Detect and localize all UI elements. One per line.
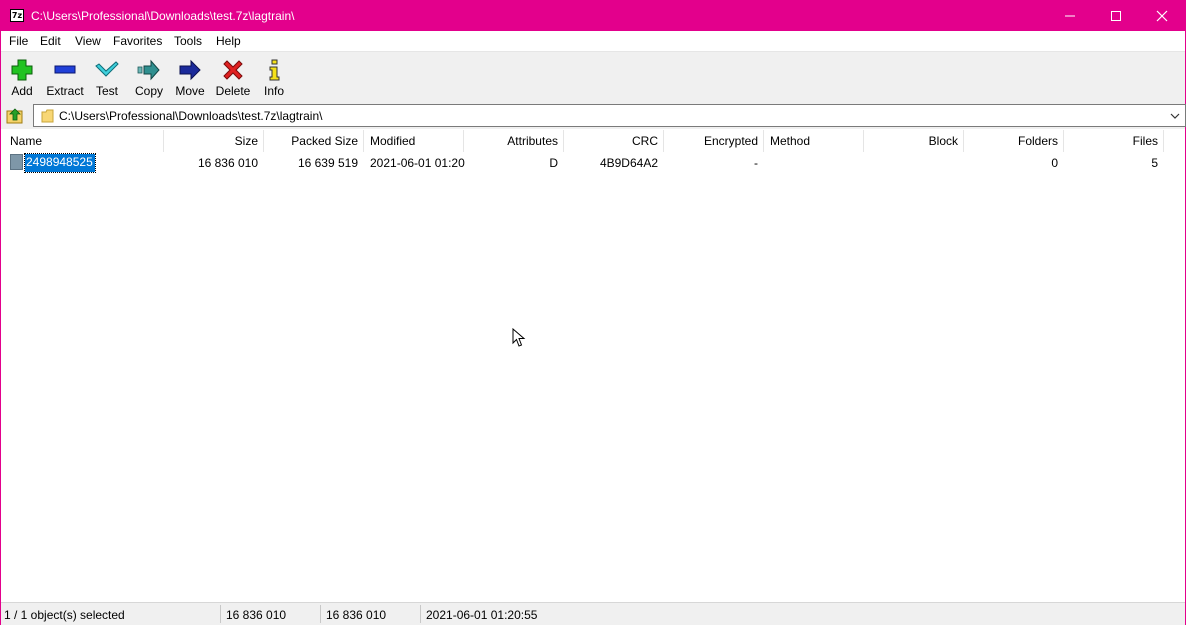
minimize-icon bbox=[1065, 15, 1075, 17]
column-crc[interactable]: CRC bbox=[564, 134, 658, 148]
toolbar: Add Extract Test Copy Move Delete Info bbox=[1, 52, 1185, 102]
column-encrypted[interactable]: Encrypted bbox=[664, 134, 758, 148]
status-packed-size: 16 836 010 bbox=[326, 608, 387, 622]
column-method[interactable]: Method bbox=[770, 134, 810, 148]
column-block[interactable]: Block bbox=[864, 134, 958, 148]
folder-icon bbox=[41, 109, 54, 123]
info-label: Info bbox=[263, 84, 284, 98]
menu-tools[interactable]: Tools bbox=[174, 34, 202, 48]
menu-file[interactable]: File bbox=[9, 34, 28, 48]
status-size: 16 836 010 bbox=[226, 608, 287, 622]
column-folders[interactable]: Folders bbox=[964, 134, 1058, 148]
column-size[interactable]: Size bbox=[164, 134, 258, 148]
info-icon bbox=[269, 59, 280, 81]
up-folder-button[interactable] bbox=[6, 107, 24, 125]
row-name[interactable]: 2498948525 bbox=[24, 153, 96, 173]
minimize-button[interactable] bbox=[1047, 1, 1093, 31]
info-button[interactable]: Info bbox=[253, 54, 295, 100]
address-combobox[interactable]: C:\Users\Professional\Downloads\test.7z\… bbox=[33, 104, 1186, 127]
address-row: C:\Users\Professional\Downloads\test.7z\… bbox=[1, 102, 1186, 129]
column-packed-size[interactable]: Packed Size bbox=[264, 134, 358, 148]
add-button[interactable]: Add bbox=[1, 54, 43, 100]
7zip-app-icon[interactable]: 7z bbox=[10, 9, 24, 22]
row-encrypted: - bbox=[754, 156, 758, 170]
status-bar: 1 / 1 object(s) selected 16 836 010 16 8… bbox=[1, 602, 1185, 625]
list-header: Name Size Packed Size Modified Attribute… bbox=[2, 130, 1184, 153]
checkmark-icon bbox=[95, 61, 119, 77]
window-title: C:\Users\Professional\Downloads\test.7z\… bbox=[31, 9, 295, 23]
delete-x-icon bbox=[223, 60, 243, 80]
menu-favorites[interactable]: Favorites bbox=[113, 34, 162, 48]
chevron-down-icon[interactable] bbox=[1169, 110, 1181, 122]
app-window: 7z C:\Users\Professional\Downloads\test.… bbox=[0, 0, 1186, 625]
row-packed-size: 16 639 519 bbox=[297, 156, 358, 170]
move-button[interactable]: Move bbox=[169, 54, 211, 100]
row-crc: 4B9D64A2 bbox=[599, 156, 658, 170]
menu-edit[interactable]: Edit bbox=[40, 34, 61, 48]
column-name[interactable]: Name bbox=[10, 134, 42, 148]
maximize-button[interactable] bbox=[1093, 1, 1139, 31]
column-modified[interactable]: Modified bbox=[370, 134, 415, 148]
minus-icon bbox=[54, 65, 76, 74]
title-bar[interactable]: 7z C:\Users\Professional\Downloads\test.… bbox=[1, 1, 1185, 31]
column-files[interactable]: Files bbox=[1064, 134, 1158, 148]
folder-up-icon bbox=[6, 108, 23, 124]
move-arrow-icon bbox=[179, 59, 201, 81]
table-row[interactable]: 2498948525 16 836 010 16 639 519 2021-06… bbox=[2, 153, 1184, 173]
close-icon bbox=[1156, 10, 1168, 22]
row-size: 16 836 010 bbox=[197, 156, 258, 170]
menu-bar: File Edit View Favorites Tools Help bbox=[1, 31, 1185, 52]
maximize-icon bbox=[1111, 11, 1121, 21]
copy-arrow-icon bbox=[137, 59, 160, 81]
status-modified: 2021-06-01 01:20:55 bbox=[426, 608, 538, 622]
close-button[interactable] bbox=[1139, 1, 1185, 31]
menu-view[interactable]: View bbox=[75, 34, 101, 48]
row-attributes: D bbox=[549, 156, 558, 170]
row-modified: 2021-06-01 01:20 bbox=[370, 156, 465, 170]
column-attributes[interactable]: Attributes bbox=[464, 134, 558, 148]
mouse-pointer-icon bbox=[512, 328, 526, 347]
row-files: 5 bbox=[1151, 156, 1158, 170]
menu-help[interactable]: Help bbox=[216, 34, 241, 48]
file-icon bbox=[10, 154, 23, 170]
status-selection: 1 / 1 object(s) selected bbox=[4, 608, 125, 622]
address-path[interactable]: C:\Users\Professional\Downloads\test.7z\… bbox=[59, 109, 322, 123]
row-folders: 0 bbox=[1051, 156, 1058, 170]
plus-icon bbox=[11, 59, 33, 81]
